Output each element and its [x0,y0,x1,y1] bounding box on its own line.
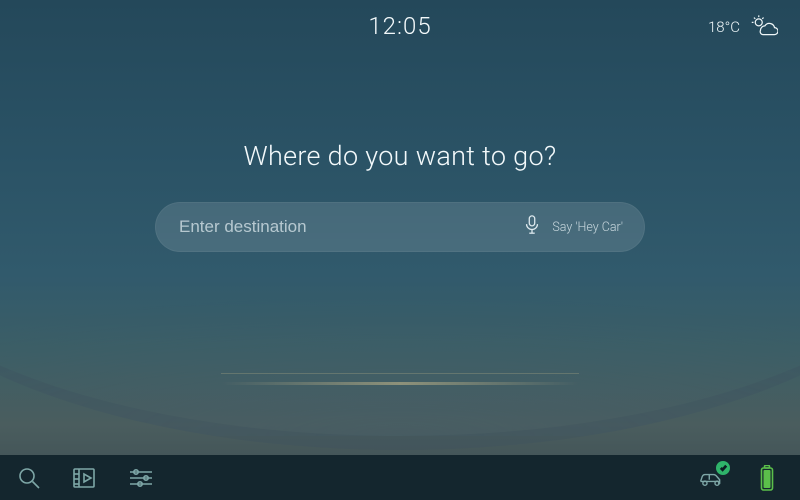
bottom-bar-left [16,465,154,491]
voice-hint-label: Say 'Hey Car' [552,220,623,235]
voice-input[interactable]: Say 'Hey Car' [524,215,623,239]
search-icon[interactable] [16,465,42,491]
microphone-icon [524,215,540,239]
bottom-bar-right [698,465,780,491]
status-ok-badge [716,461,730,475]
bottom-bar [0,455,800,500]
background-bridge [220,382,580,385]
hero-title: Where do you want to go? [244,140,557,172]
battery-icon[interactable] [754,465,780,491]
media-icon[interactable] [72,465,98,491]
settings-sliders-icon[interactable] [128,465,154,491]
weather-widget[interactable]: 18°C [708,14,778,40]
destination-search[interactable]: Say 'Hey Car' [155,202,645,252]
hero-section: Where do you want to go? Say 'Hey Car' [0,140,800,252]
temperature-label: 18°C [708,18,740,36]
background-skyline [0,255,800,455]
status-bar: 12:05 18°C [0,0,800,52]
car-home-screen: 12:05 18°C Where do you want to go? [0,0,800,500]
destination-input[interactable] [179,217,524,237]
partly-cloudy-icon [750,14,778,40]
clock: 12:05 [368,12,431,40]
car-status-icon[interactable] [698,465,724,491]
